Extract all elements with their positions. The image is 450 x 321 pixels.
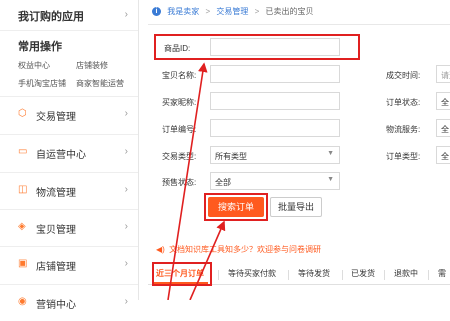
sidebar-item-label: 自运营中心 bbox=[36, 150, 86, 161]
sidebar-item-products[interactable]: ◈ 宝贝管理 › bbox=[0, 209, 138, 246]
breadcrumb-trade[interactable]: 交易管理 bbox=[216, 7, 248, 16]
info-icon: i bbox=[152, 7, 161, 17]
chevron-right-icon: › bbox=[124, 184, 128, 195]
common-ops-title: 常用操作 bbox=[18, 41, 62, 53]
sidebar-item-logistics[interactable]: ◫ 物流管理 › bbox=[0, 172, 138, 209]
product-id-label: 商品ID: bbox=[164, 44, 191, 53]
sidebar-item-self-ops[interactable]: ▭ 自运营中心 › bbox=[0, 134, 138, 171]
survey-notice[interactable]: ◀) 文档知识库工具知多少？欢迎参与问卷调研 bbox=[156, 244, 321, 255]
shop-icon: ▣ bbox=[18, 258, 28, 269]
buyer-input[interactable] bbox=[210, 92, 340, 110]
order-type-select[interactable]: 全 bbox=[436, 146, 450, 164]
trade-type-value: 所有类型 bbox=[215, 152, 247, 161]
batch-export-button[interactable]: 批量导出 bbox=[270, 197, 322, 217]
chevron-right-icon: › bbox=[124, 296, 128, 307]
presale-label: 预售状态: bbox=[162, 178, 197, 187]
tab-divider bbox=[384, 270, 385, 280]
order-no-label: 订单编号: bbox=[162, 125, 197, 134]
hexagon-trade-icon: ⬡ bbox=[18, 108, 27, 119]
breadcrumb-seller[interactable]: 我是卖家 bbox=[167, 7, 199, 16]
tab-awaiting-payment[interactable]: 等待买家付款 bbox=[228, 268, 276, 279]
deal-time-label: 成交时间: bbox=[386, 71, 421, 80]
sidebar-link-smart-ops[interactable]: 商家智能运营 bbox=[76, 78, 124, 89]
sidebar-item-marketing[interactable]: ◉ 营销中心 › bbox=[0, 284, 138, 321]
breadcrumb: i 我是卖家 > 交易管理 > 已卖出的宝贝 bbox=[152, 6, 314, 20]
order-no-input[interactable] bbox=[210, 119, 340, 137]
buyer-label: 买家昵称: bbox=[162, 98, 197, 107]
title-label: 宝贝名称: bbox=[162, 71, 197, 80]
sidebar-item-label: 宝贝管理 bbox=[36, 225, 76, 236]
my-apps-header[interactable]: 我订购的应用 › bbox=[0, 0, 138, 31]
deal-time-placeholder: 请选 bbox=[441, 71, 450, 80]
tab-divider bbox=[342, 270, 343, 280]
chevron-down-icon: ▼ bbox=[327, 150, 334, 157]
chevron-right-icon: › bbox=[124, 258, 128, 269]
breadcrumb-current: 已卖出的宝贝 bbox=[265, 7, 314, 16]
title-input[interactable] bbox=[210, 65, 340, 83]
tab-highlight bbox=[152, 262, 212, 286]
search-orders-button[interactable]: 搜索订单 bbox=[208, 197, 264, 217]
breadcrumb-separator: > bbox=[205, 7, 211, 16]
order-status-value: 全 bbox=[441, 98, 449, 107]
tab-divider bbox=[218, 270, 219, 280]
logistics-select[interactable]: 全 bbox=[436, 119, 450, 137]
logistics-value: 全 bbox=[441, 125, 449, 134]
divider bbox=[148, 24, 450, 25]
trade-type-label: 交易类型: bbox=[162, 152, 197, 161]
tab-refunding[interactable]: 退款中 bbox=[394, 268, 418, 279]
order-status-select[interactable]: 全 bbox=[436, 92, 450, 110]
presale-select[interactable]: 全部 ▼ bbox=[210, 172, 340, 190]
sidebar-link-mobile-shop[interactable]: 手机淘宝店铺 bbox=[18, 78, 66, 89]
my-apps-title: 我订购的应用 bbox=[18, 11, 84, 23]
deal-time-input[interactable]: 请选 bbox=[436, 65, 450, 83]
survey-notice-text: 文档知识库工具知多少？欢迎参与问卷调研 bbox=[169, 245, 322, 254]
chevron-right-icon: › bbox=[124, 9, 128, 20]
tab-divider bbox=[288, 270, 289, 280]
sidebar-link-rights-center[interactable]: 权益中心 bbox=[18, 60, 50, 71]
tag-icon: ◈ bbox=[18, 221, 26, 232]
speaker-icon: ◀) bbox=[156, 245, 165, 254]
tab-shipped[interactable]: 已发货 bbox=[351, 268, 375, 279]
sidebar-link-shop-decoration[interactable]: 店铺装修 bbox=[76, 60, 108, 71]
sidebar-item-label: 交易管理 bbox=[36, 112, 76, 123]
chevron-right-icon: › bbox=[124, 221, 128, 232]
box-icon: ◫ bbox=[18, 184, 28, 195]
chevron-down-icon: ▼ bbox=[327, 176, 334, 183]
sidebar-item-label: 店铺管理 bbox=[36, 262, 76, 273]
tab-awaiting-shipment[interactable]: 等待发货 bbox=[298, 268, 330, 279]
sidebar-item-trade[interactable]: ⬡ 交易管理 › bbox=[0, 96, 138, 133]
sidebar-item-shop[interactable]: ▣ 店铺管理 › bbox=[0, 246, 138, 283]
breadcrumb-separator: > bbox=[254, 7, 260, 16]
order-type-label: 订单类型: bbox=[386, 152, 421, 161]
order-status-label: 订单状态: bbox=[386, 98, 421, 107]
order-type-value: 全 bbox=[441, 152, 449, 161]
product-id-input[interactable] bbox=[210, 38, 340, 56]
sidebar: 我订购的应用 › 常用操作 权益中心 店铺装修 手机淘宝店铺 商家智能运营 ⬡ … bbox=[0, 0, 139, 311]
trade-type-select[interactable]: 所有类型 ▼ bbox=[210, 146, 340, 164]
chevron-right-icon: › bbox=[124, 108, 128, 119]
tab-divider bbox=[428, 270, 429, 280]
presale-value: 全部 bbox=[215, 178, 231, 187]
sidebar-item-label: 物流管理 bbox=[36, 188, 76, 199]
chevron-right-icon: › bbox=[124, 146, 128, 157]
sidebar-item-label: 营销中心 bbox=[36, 300, 76, 311]
marketing-icon: ◉ bbox=[18, 296, 27, 307]
logistics-label: 物流服务: bbox=[386, 125, 421, 134]
chat-icon: ▭ bbox=[18, 146, 28, 157]
tab-more[interactable]: 需 bbox=[438, 268, 446, 279]
